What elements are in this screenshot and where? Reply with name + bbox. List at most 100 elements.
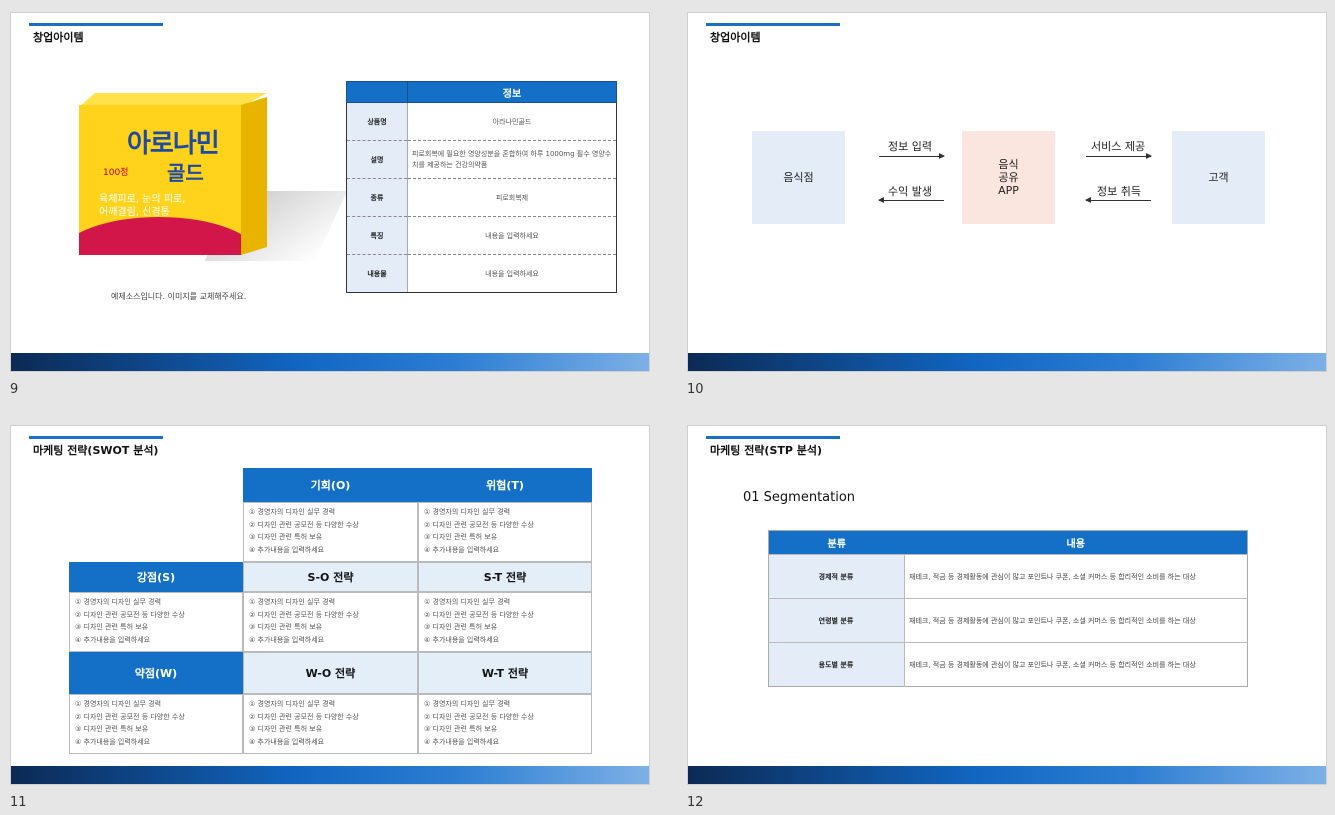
row-label: 경제적 분류	[768, 554, 905, 599]
weakness-list: ① 경영자의 디자인 실무 경력 ② 디자인 관련 공모전 등 다양한 수상 ③ 디…	[69, 694, 243, 754]
row-label: 연령별 분류	[768, 598, 905, 643]
slide-title: 마케팅 전략(STP 분석)	[710, 444, 823, 457]
list-item: ④ 추가내용을 입력하세요	[424, 737, 500, 746]
title-accent-line	[706, 436, 840, 439]
opportunity-list: ① 경영자의 디자인 실무 경력 ② 디자인 관련 공모전 등 다양한 수상 ③ 디…	[243, 502, 418, 562]
wo-strategy: W-O 전략	[243, 652, 418, 694]
list-item: ③ 디자인 관련 특허 보유	[249, 623, 323, 631]
list-item: ① 경영자의 디자인 실무 경력	[249, 508, 336, 516]
wt-list: ① 경영자의 디자인 실무 경력 ② 디자인 관련 공모전 등 다양한 수상 ③ 디…	[418, 694, 592, 754]
slide-9-thumbnail[interactable]: 창업아이템 아로나민 골드 100정 육체피로, 눈의 피로, 어깨결림, 신경…	[10, 12, 650, 372]
strength-header: 강점(S)	[69, 562, 243, 592]
row-label: 특징	[346, 216, 408, 255]
title-accent-line	[706, 23, 840, 26]
wo-list: ① 경영자의 디자인 실무 경력 ② 디자인 관련 공모전 등 다양한 수상 ③ 디…	[243, 694, 418, 754]
product-count: 100정	[103, 168, 129, 178]
title-accent-line	[29, 436, 163, 439]
arrow-right-icon	[879, 153, 945, 159]
revenue-label: 수익 발생	[888, 185, 932, 198]
threat-header: 위협(T)	[418, 468, 592, 502]
slide-12-thumbnail[interactable]: 마케팅 전략(STP 분석) 01 Segmentation 분류 내용 경제적…	[687, 425, 1327, 785]
list-item: ② 디자인 관련 공모전 등 다양한 수상	[249, 520, 359, 529]
table-row: 용도별 분류 재테크, 적금 등 경제활동에 관심이 많고 포인트나 쿠폰, 소…	[768, 642, 1248, 687]
row-label: 설명	[346, 140, 408, 179]
product-desc-line: 어깨결림, 신경통	[99, 207, 170, 218]
list-item: ① 경영자의 디자인 실무 경력	[424, 508, 511, 516]
list-item: ④ 추가내용을 입력하세요	[75, 737, 151, 746]
row-value: 내용을 입력하세요	[407, 216, 617, 255]
list-item: ③ 디자인 관련 특허 보유	[249, 725, 323, 733]
row-value: 피로회복에 필요한 영양성분을 혼합하여 하루 1000mg 필수 영양수치를 …	[407, 140, 617, 179]
list-item: ③ 디자인 관련 특허 보유	[75, 725, 149, 733]
list-item: ③ 디자인 관련 특허 보유	[424, 533, 498, 541]
service-label: 서비스 제공	[1091, 140, 1146, 153]
app-box-line: 음식	[998, 158, 1019, 171]
bottom-gradient-bar	[11, 353, 649, 371]
row-value: 재테크, 적금 등 경제활동에 관심이 많고 포인트나 쿠폰, 소셜 커머스 등…	[904, 642, 1248, 687]
list-item: ③ 디자인 관련 특허 보유	[249, 533, 323, 541]
app-box-line: 공유	[998, 171, 1019, 184]
list-item: ③ 디자인 관련 특허 보유	[424, 623, 498, 631]
slide-number: 10	[687, 382, 704, 397]
image-caption: 예제소스입니다. 이미지를 교체해주세요.	[111, 292, 247, 301]
so-list: ① 경영자의 디자인 실무 경력 ② 디자인 관련 공모전 등 다양한 수상 ③ 디…	[243, 592, 418, 652]
slide-number: 9	[10, 382, 19, 397]
slide-title: 창업아이템	[710, 31, 761, 44]
list-item: ③ 디자인 관련 특허 보유	[75, 623, 149, 631]
segment-title: 01 Segmentation	[743, 490, 856, 505]
row-value: 피로회복제	[407, 178, 617, 217]
app-box-line: APP	[998, 184, 1019, 197]
row-value: 재테크, 적금 등 경제활동에 관심이 많고 포인트나 쿠폰, 소셜 커머스 등…	[904, 598, 1248, 643]
list-item: ② 디자인 관련 공모전 등 다양한 수상	[424, 712, 534, 721]
restaurant-box: 음식점	[752, 131, 845, 224]
info-get-label: 정보 취득	[1097, 185, 1141, 198]
slide-number: 12	[687, 795, 704, 810]
st-strategy: S-T 전략	[418, 562, 592, 592]
slide-number: 11	[10, 795, 27, 810]
row-value: 재테크, 적금 등 경제활동에 관심이 많고 포인트나 쿠폰, 소셜 커머스 등…	[904, 554, 1248, 599]
table-row: 내용물 내용을 입력하세요	[346, 254, 617, 293]
list-item: ④ 추가내용을 입력하세요	[249, 635, 325, 644]
table-header-empty	[346, 81, 408, 103]
list-item: ① 경영자의 디자인 실무 경력	[424, 598, 511, 606]
list-item: ① 경영자의 디자인 실무 경력	[75, 598, 162, 606]
list-item: ① 경영자의 디자인 실무 경력	[424, 700, 511, 708]
list-item: ② 디자인 관련 공모전 등 다양한 수상	[424, 610, 534, 619]
so-strategy: S-O 전략	[243, 562, 418, 592]
table-row: 설명 피로회복에 필요한 영양성분을 혼합하여 하루 1000mg 필수 영양수…	[346, 140, 617, 179]
slide-10-thumbnail[interactable]: 창업아이템 음식점 음식 공유 APP 고객 정보 입력 수익 발생 서비스 제…	[687, 12, 1327, 372]
table-row: 특징 내용을 입력하세요	[346, 216, 617, 255]
info-table: 정보 상품명 아라나민골드 설명 피로회복에 필요한 영양성분을 혼합하여 하루…	[346, 81, 617, 293]
list-item: ② 디자인 관련 공모전 등 다양한 수상	[424, 520, 534, 529]
product-desc-line: 육체피로, 눈의 피로,	[99, 194, 186, 205]
bottom-gradient-bar	[688, 353, 1326, 371]
list-item: ④ 추가내용을 입력하세요	[75, 635, 151, 644]
list-item: ① 경영자의 디자인 실무 경력	[249, 700, 336, 708]
row-value: 내용을 입력하세요	[407, 254, 617, 293]
row-label: 종류	[346, 178, 408, 217]
list-item: ① 경영자의 디자인 실무 경력	[249, 598, 336, 606]
row-label: 용도별 분류	[768, 642, 905, 687]
product-box-front: 아로나민 골드 100정 육체피로, 눈의 피로, 어깨결림, 신경통	[79, 105, 241, 255]
bottom-gradient-bar	[11, 766, 649, 784]
slide-11-thumbnail[interactable]: 마케팅 전략(SWOT 분석) 기회(O) 위협(T) ① 경영자의 디자인 실…	[10, 425, 650, 785]
info-input-label: 정보 입력	[888, 140, 932, 153]
row-label: 상품명	[346, 102, 408, 141]
product-brand-sub: 골드	[167, 161, 204, 185]
title-accent-line	[29, 23, 163, 26]
product-brand: 아로나민	[127, 129, 220, 159]
customer-box: 고객	[1172, 131, 1265, 224]
product-red-arc	[79, 217, 241, 255]
row-value: 아라나민골드	[407, 102, 617, 141]
threat-list: ① 경영자의 디자인 실무 경력 ② 디자인 관련 공모전 등 다양한 수상 ③ 디…	[418, 502, 592, 562]
list-item: ④ 추가내용을 입력하세요	[249, 737, 325, 746]
table-row: 상품명 아라나민골드	[346, 102, 617, 141]
table-row: 경제적 분류 재테크, 적금 등 경제활동에 관심이 많고 포인트나 쿠폰, 소…	[768, 554, 1248, 599]
list-item: ② 디자인 관련 공모전 등 다양한 수상	[249, 712, 359, 721]
product-box-side	[241, 97, 267, 255]
table-header: 정보	[407, 81, 617, 103]
slide-title: 창업아이템	[33, 31, 84, 44]
list-item: ④ 추가내용을 입력하세요	[424, 545, 500, 554]
arrow-right-icon	[1086, 153, 1152, 159]
app-box: 음식 공유 APP	[962, 131, 1055, 224]
